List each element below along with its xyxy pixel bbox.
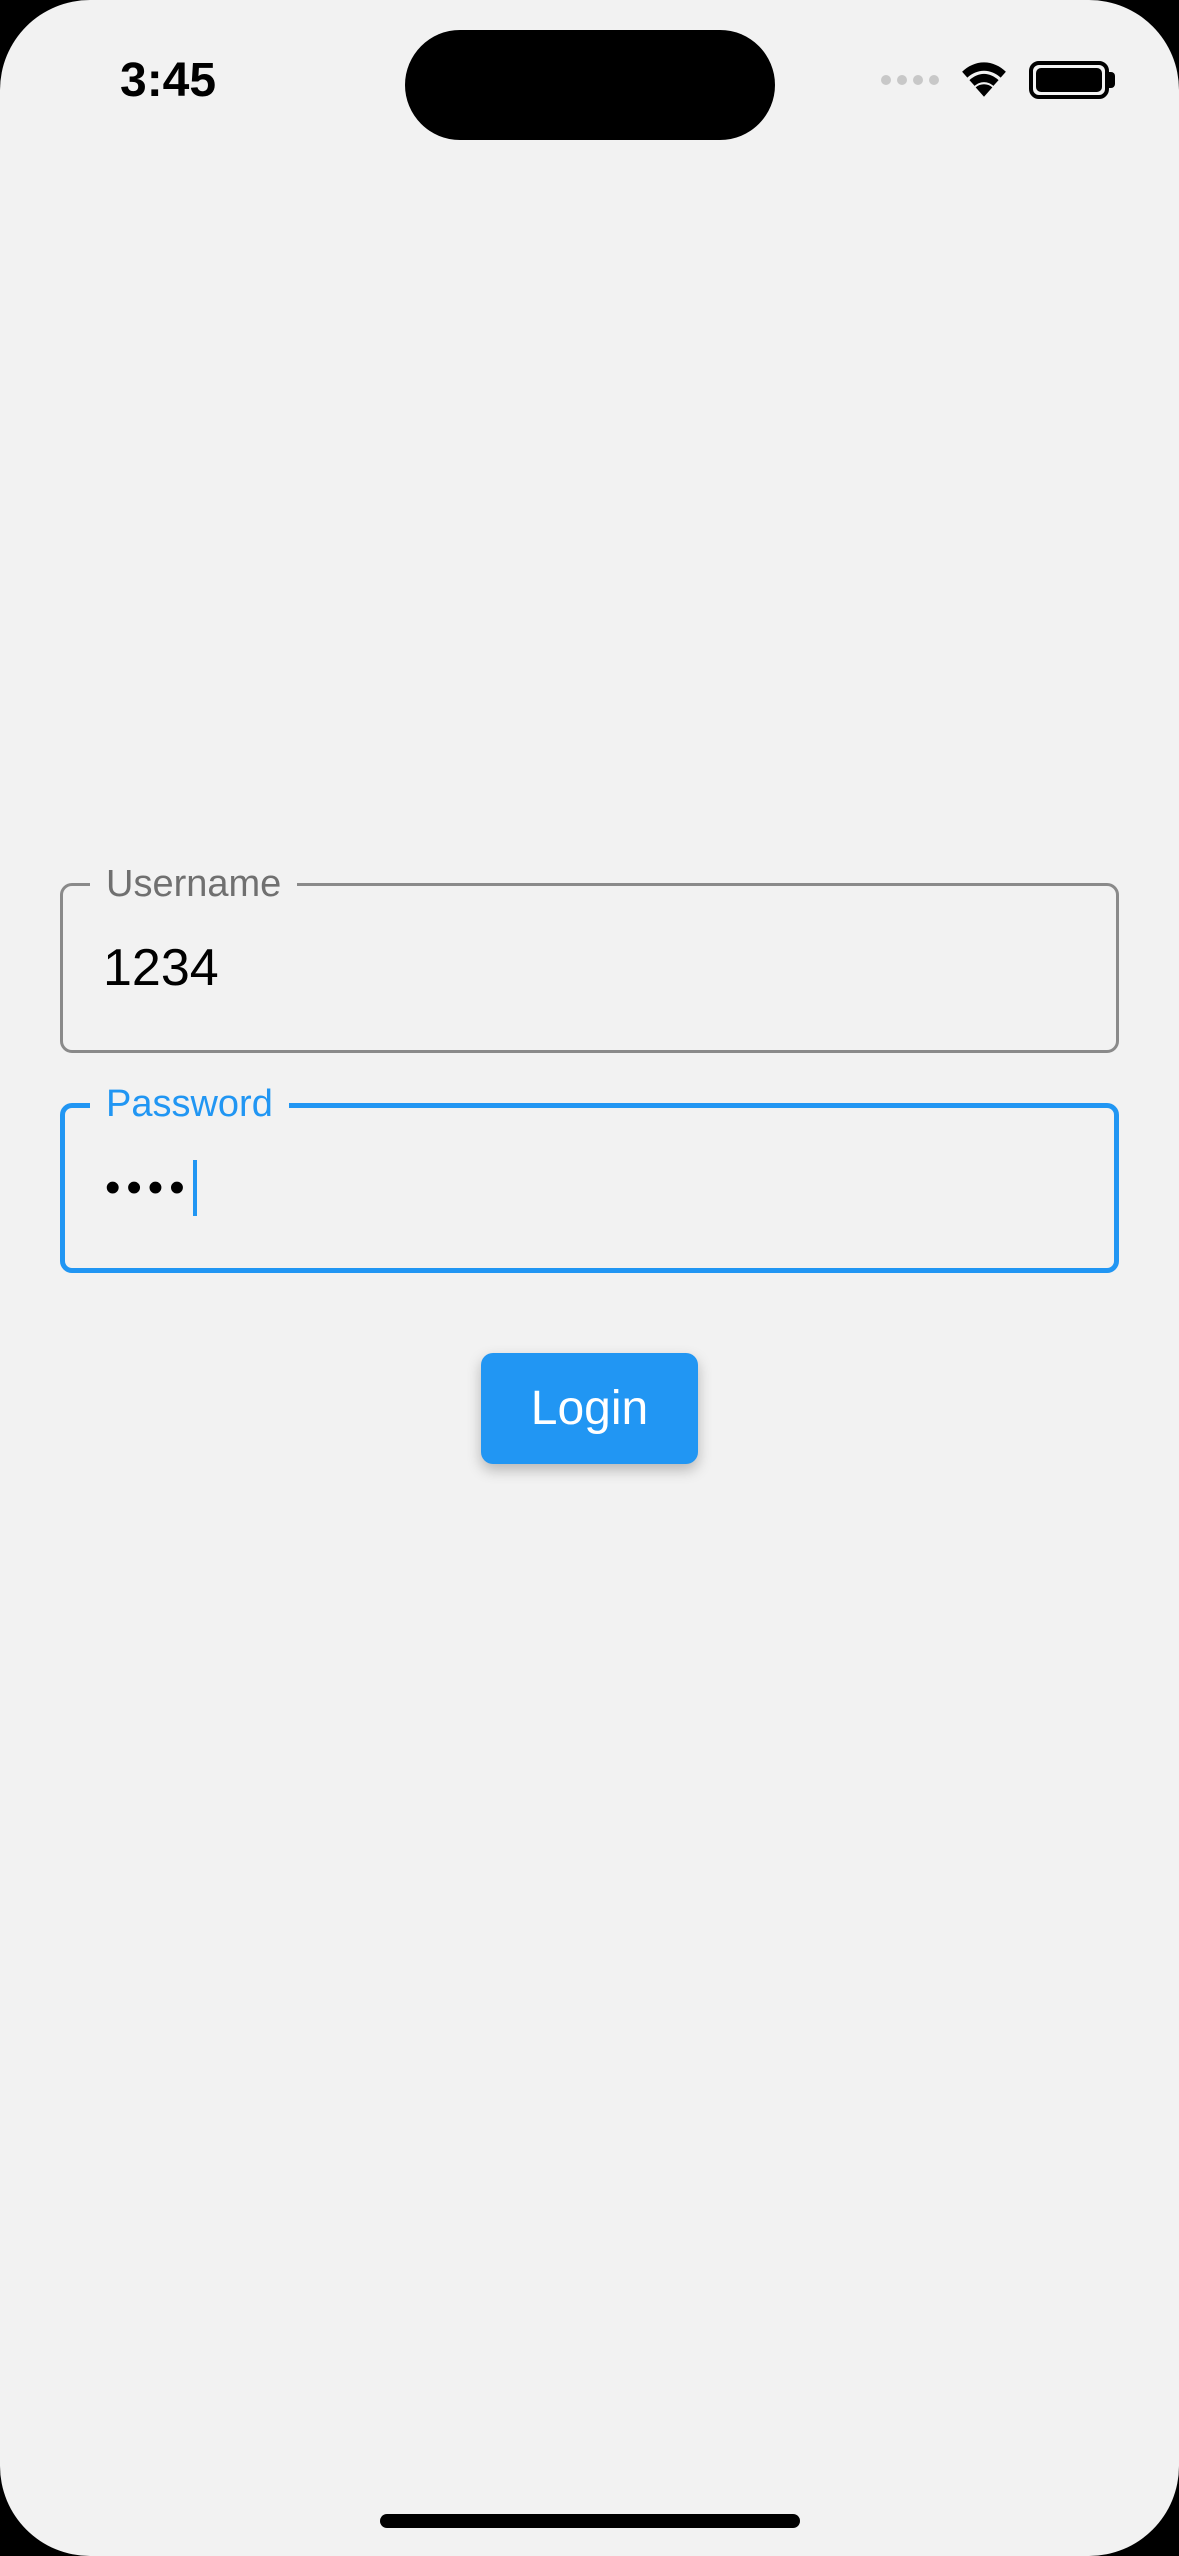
wifi-icon — [959, 58, 1009, 103]
device-frame: 3:45 Username — [0, 0, 1179, 2556]
status-indicators — [881, 58, 1109, 103]
username-field[interactable]: Username — [60, 883, 1119, 1053]
password-field[interactable]: •••• Password — [60, 1103, 1119, 1273]
battery-icon — [1029, 61, 1109, 99]
password-input[interactable]: •••• — [105, 1160, 197, 1216]
password-label: Password — [90, 1083, 289, 1126]
home-indicator[interactable] — [380, 2514, 800, 2528]
username-label: Username — [90, 863, 297, 906]
text-cursor — [193, 1160, 197, 1216]
login-button[interactable]: Login — [481, 1353, 698, 1464]
cellular-icon — [881, 75, 939, 85]
login-form: Username •••• Password Login — [60, 883, 1119, 1464]
dynamic-island — [405, 30, 775, 140]
status-time: 3:45 — [120, 53, 216, 108]
username-input[interactable] — [103, 938, 1076, 998]
login-screen: Username •••• Password Login — [0, 0, 1179, 2556]
